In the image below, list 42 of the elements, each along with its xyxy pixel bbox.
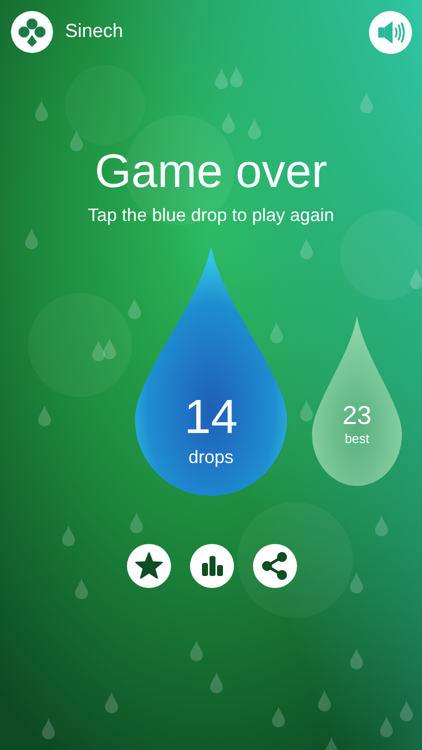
raindrop — [92, 340, 105, 362]
raindrop — [103, 338, 116, 360]
share-icon[interactable] — [253, 544, 297, 588]
raindrop — [300, 238, 313, 260]
drop-count: 14 — [184, 394, 238, 442]
best-label: best — [344, 432, 370, 446]
clover-logo-icon[interactable] — [11, 11, 53, 53]
raindrop — [318, 690, 331, 712]
raindrop — [360, 92, 373, 114]
raindrop — [272, 706, 285, 728]
raindrop — [75, 578, 88, 600]
instruction-text: Tap the blue drop to play again — [88, 204, 334, 226]
raindrop — [105, 692, 118, 714]
raindrop — [400, 700, 413, 722]
raindrop — [380, 716, 393, 738]
raindrop — [70, 130, 83, 152]
raindrop — [270, 322, 283, 344]
raindrop — [62, 525, 75, 546]
drops-label: drops — [188, 448, 234, 468]
raindrop — [248, 118, 261, 140]
raindrop — [350, 648, 363, 670]
raindrop — [375, 515, 388, 536]
best-score: 23 — [342, 402, 372, 428]
raindrop — [128, 298, 141, 320]
raindrop — [190, 640, 203, 662]
raindrop — [130, 512, 143, 534]
app-name: Sinech — [65, 21, 124, 43]
raindrop — [42, 718, 55, 740]
raindrop — [25, 228, 38, 250]
raindrop — [300, 400, 313, 422]
raindrop — [230, 66, 243, 88]
raindrop — [215, 68, 228, 90]
raindrop — [350, 572, 363, 594]
game-over-title: Game over — [94, 145, 328, 197]
leaderboard-icon[interactable] — [190, 544, 234, 588]
raindrop — [35, 100, 48, 122]
raindrop — [38, 405, 51, 426]
raindrop — [222, 112, 235, 134]
raindrop — [210, 672, 223, 694]
raindrop — [410, 268, 422, 290]
raindrop — [325, 737, 338, 750]
play-drop[interactable] — [135, 246, 287, 496]
